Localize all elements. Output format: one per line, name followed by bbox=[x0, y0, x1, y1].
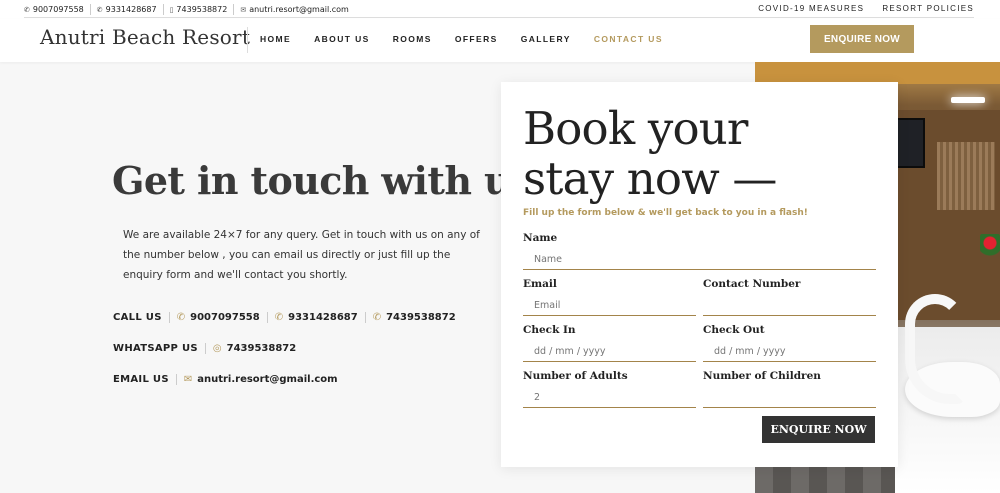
mobile-icon: ▯ bbox=[169, 5, 174, 14]
ceiling bbox=[755, 62, 1000, 84]
top-phone-1-text: 9007097558 bbox=[32, 5, 84, 14]
curtain bbox=[937, 142, 995, 210]
children-input[interactable] bbox=[703, 388, 876, 408]
booking-title-line-1: Book your bbox=[523, 102, 748, 155]
top-bar: ✆ 9007097558 ✆ 9331428687 ▯ 7439538872 ✉ anu… bbox=[0, 0, 1000, 19]
nav-offers[interactable]: OFFERS bbox=[455, 34, 498, 44]
whatsapp-label: WHATSAPP US bbox=[113, 343, 206, 354]
email-field: Email bbox=[523, 278, 696, 316]
phone-icon: ✆ bbox=[176, 312, 186, 323]
check-in-input[interactable] bbox=[523, 342, 696, 362]
email-input[interactable] bbox=[523, 296, 696, 316]
flower-vase bbox=[980, 234, 1000, 264]
call-number-3-text: 7439538872 bbox=[386, 312, 456, 323]
whatsapp-icon: ◎ bbox=[212, 343, 222, 354]
call-number-1-text: 9007097558 bbox=[190, 312, 260, 323]
name-input[interactable] bbox=[523, 250, 876, 270]
whatsapp-number[interactable]: ◎ 7439538872 bbox=[206, 343, 303, 354]
check-out-label: Check Out bbox=[703, 324, 765, 336]
booking-title-line-2: stay now — bbox=[523, 152, 777, 205]
top-phone-3-text: 7439538872 bbox=[176, 5, 228, 14]
adults-label: Number of Adults bbox=[523, 370, 628, 382]
top-divider bbox=[24, 17, 974, 18]
call-number-3[interactable]: ✆ 7439538872 bbox=[366, 312, 463, 323]
children-field: Number of Children bbox=[703, 370, 876, 408]
top-email[interactable]: ✉ anutri.resort@gmail.com bbox=[234, 4, 354, 15]
phone-icon: ✆ bbox=[24, 5, 30, 14]
whatsapp-number-text: 7439538872 bbox=[226, 343, 297, 354]
nav-divider bbox=[247, 27, 248, 53]
email-address-text: anutri.resort@gmail.com bbox=[197, 374, 338, 385]
enquire-submit-button[interactable]: ENQUIRE NOW bbox=[762, 416, 875, 443]
email-field-label: Email bbox=[523, 278, 557, 290]
contact-heading: Get in touch with us bbox=[112, 158, 532, 203]
call-us-label: CALL US bbox=[113, 312, 170, 323]
call-number-1[interactable]: ✆ 9007097558 bbox=[170, 312, 268, 323]
top-links: COVID-19 MEASURES RESORT POLICIES bbox=[758, 4, 974, 13]
check-out-field: Check Out bbox=[703, 324, 876, 362]
adults-field: Number of Adults bbox=[523, 370, 696, 408]
check-in-label: Check In bbox=[523, 324, 576, 336]
ceiling-light bbox=[951, 97, 985, 103]
phone-icon: ✆ bbox=[372, 312, 382, 323]
nav-rooms[interactable]: ROOMS bbox=[393, 34, 432, 44]
name-label: Name bbox=[523, 232, 558, 244]
name-field: Name bbox=[523, 232, 876, 270]
television bbox=[895, 118, 925, 168]
envelope-icon: ✉ bbox=[183, 374, 193, 385]
contact-number-label: Contact Number bbox=[703, 278, 801, 290]
header-enquire-button[interactable]: ENQUIRE NOW bbox=[810, 25, 914, 53]
nav-home[interactable]: HOME bbox=[260, 34, 291, 44]
phone-icon: ✆ bbox=[96, 5, 103, 14]
whatsapp-row: WHATSAPP US ◎ 7439538872 bbox=[113, 343, 303, 354]
top-contacts: ✆ 9007097558 ✆ 9331428687 ▯ 7439538872 ✉ anu… bbox=[24, 4, 355, 15]
children-label: Number of Children bbox=[703, 370, 821, 382]
call-us-row: CALL US ✆ 9007097558 ✆ 9331428687 ✆ 7439538… bbox=[113, 312, 463, 323]
covid-measures-link[interactable]: COVID-19 MEASURES bbox=[758, 4, 864, 13]
top-email-text: anutri.resort@gmail.com bbox=[249, 5, 349, 14]
email-address[interactable]: ✉ anutri.resort@gmail.com bbox=[177, 374, 345, 385]
resort-policies-link[interactable]: RESORT POLICIES bbox=[882, 4, 974, 13]
site-logo[interactable]: Anutri Beach Resort bbox=[40, 25, 250, 49]
nav-gallery[interactable]: GALLERY bbox=[521, 34, 571, 44]
contact-number-input[interactable] bbox=[703, 296, 876, 316]
email-label: EMAIL US bbox=[113, 374, 177, 385]
contact-description: We are available 24×7 for any query. Get… bbox=[123, 229, 480, 281]
call-number-2-text: 9331428687 bbox=[288, 312, 358, 323]
top-phone-2[interactable]: ✆ 9331428687 bbox=[91, 4, 164, 15]
top-phone-1[interactable]: ✆ 9007097558 bbox=[24, 4, 91, 15]
contact-number-field: Contact Number bbox=[703, 278, 876, 316]
booking-form-card: Book your stay now — Fill up the form be… bbox=[501, 82, 898, 467]
booking-subtitle: Fill up the form below & we'll get back … bbox=[523, 208, 808, 218]
check-in-field: Check In bbox=[523, 324, 696, 362]
envelope-icon: ✉ bbox=[240, 5, 247, 14]
main-header: Anutri Beach Resort HOME ABOUT US ROOMS … bbox=[0, 19, 1000, 62]
nav-about-us[interactable]: ABOUT US bbox=[314, 34, 370, 44]
top-phone-3[interactable]: ▯ 7439538872 bbox=[164, 4, 235, 15]
adults-input[interactable] bbox=[523, 388, 696, 408]
check-out-input[interactable] bbox=[703, 342, 876, 362]
phone-icon: ✆ bbox=[274, 312, 284, 323]
nav-contact-us[interactable]: CONTACT US bbox=[594, 34, 663, 44]
main-nav: HOME ABOUT US ROOMS OFFERS GALLERY CONTA… bbox=[260, 34, 686, 44]
call-number-2[interactable]: ✆ 9331428687 bbox=[268, 312, 366, 323]
email-row: EMAIL US ✉ anutri.resort@gmail.com bbox=[113, 374, 345, 385]
booking-title: Book your stay now — bbox=[523, 104, 853, 204]
top-phone-2-text: 9331428687 bbox=[105, 5, 157, 14]
